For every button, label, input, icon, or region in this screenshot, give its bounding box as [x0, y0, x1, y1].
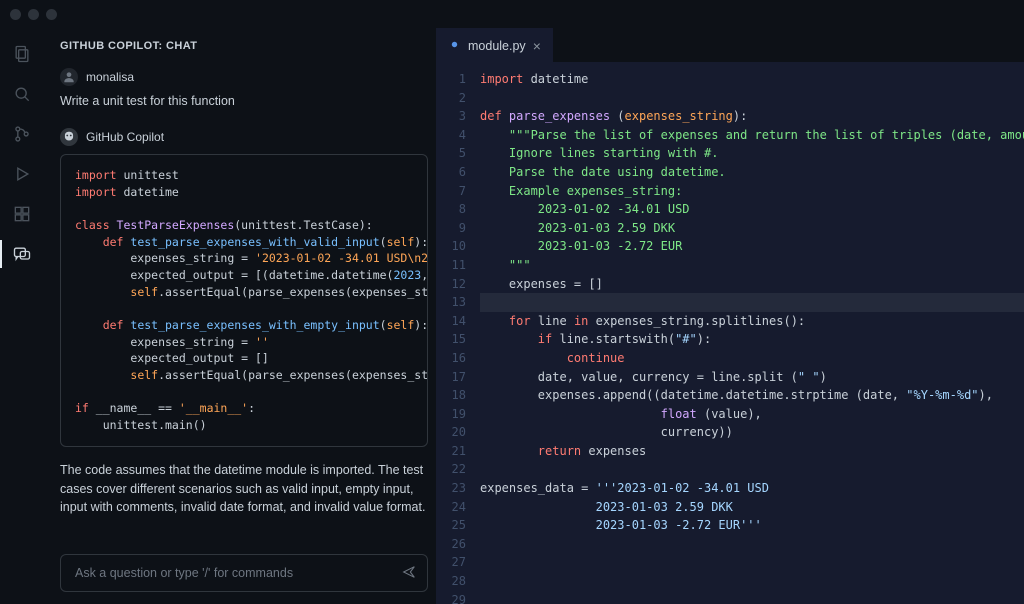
user-prompt: Write a unit test for this function: [60, 94, 428, 108]
user-name: monalisa: [86, 70, 134, 84]
copilot-response: GitHub Copilot import unittest import da…: [60, 128, 428, 517]
line-number-gutter: 1234567891011121314151617181920212223242…: [436, 70, 480, 604]
explorer-icon[interactable]: [0, 34, 44, 74]
user-avatar: [60, 68, 78, 86]
window-min-dot[interactable]: [28, 9, 39, 20]
run-debug-icon[interactable]: [0, 154, 44, 194]
copilot-explanation: The code assumes that the datetime modul…: [60, 461, 428, 517]
chat-icon[interactable]: [0, 234, 44, 274]
activity-bar: [0, 28, 44, 604]
search-icon[interactable]: [0, 74, 44, 114]
editor-group: module.py × 1234567891011121314151617181…: [436, 28, 1024, 604]
app-body: GITHUB COPILOT: CHAT monalisa Write a un…: [0, 28, 1024, 604]
copilot-avatar-icon: [60, 128, 78, 146]
copilot-name: GitHub Copilot: [86, 130, 164, 144]
window-close-dot[interactable]: [10, 9, 21, 20]
chat-input-row: [60, 554, 428, 592]
window-max-dot[interactable]: [46, 9, 57, 20]
user-message-header: monalisa: [60, 68, 428, 86]
send-icon[interactable]: [401, 564, 417, 583]
chat-code-block[interactable]: import unittest import datetime class Te…: [60, 154, 428, 447]
chat-panel-title: GITHUB COPILOT: CHAT: [60, 40, 428, 52]
code-content[interactable]: import datetime def parse_expenses (expe…: [480, 70, 1024, 604]
chat-panel: GITHUB COPILOT: CHAT monalisa Write a un…: [44, 28, 436, 604]
close-icon[interactable]: ×: [533, 39, 541, 53]
tab-module-py[interactable]: module.py ×: [436, 28, 553, 62]
tab-label: module.py: [468, 39, 526, 53]
window-titlebar: [0, 0, 1024, 28]
chat-input[interactable]: [75, 566, 401, 580]
python-file-icon: [448, 38, 461, 54]
extensions-icon[interactable]: [0, 194, 44, 234]
code-editor[interactable]: 1234567891011121314151617181920212223242…: [436, 62, 1024, 604]
source-control-icon[interactable]: [0, 114, 44, 154]
tab-bar: module.py ×: [436, 28, 1024, 62]
copilot-message-header: GitHub Copilot: [60, 128, 428, 146]
